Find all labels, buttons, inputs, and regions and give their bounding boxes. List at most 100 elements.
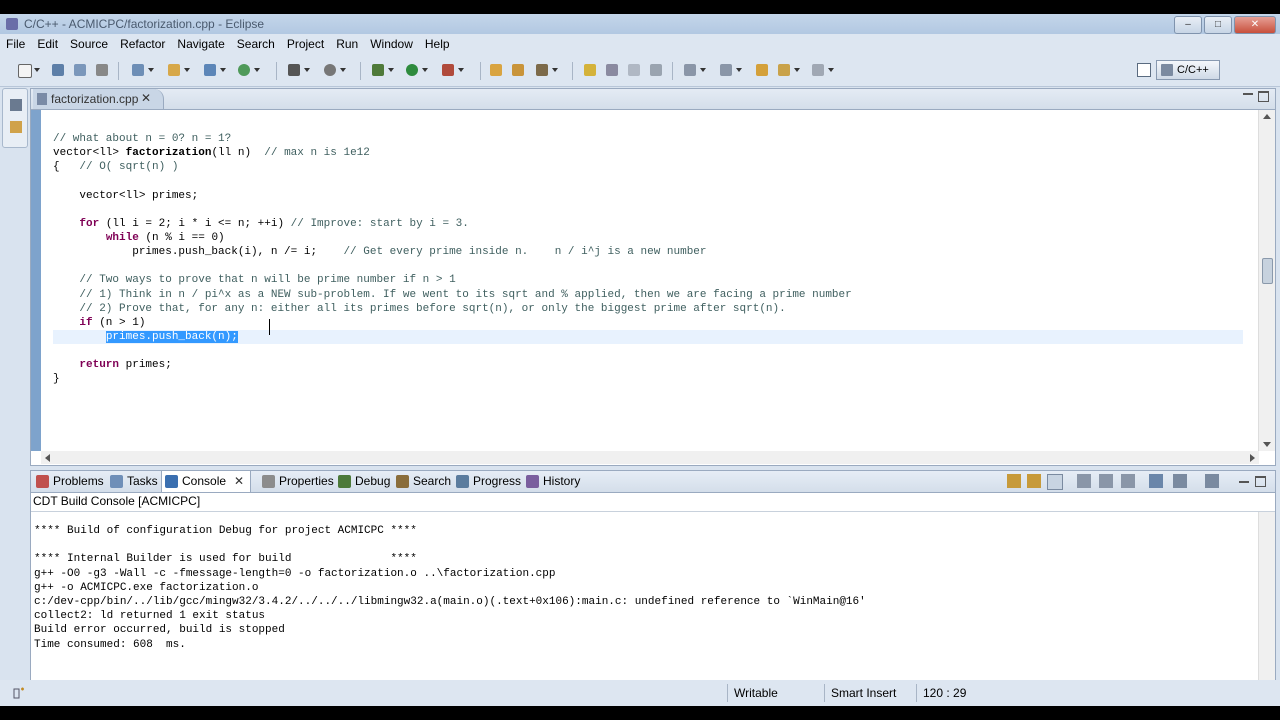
scroll-thumb[interactable] (1262, 258, 1273, 284)
search-toolbar-icon[interactable] (534, 62, 558, 78)
fast-view-icon[interactable] (12, 686, 26, 700)
code-line[interactable]: } (53, 372, 1243, 386)
pin-up-icon[interactable] (1027, 474, 1041, 488)
code-line[interactable]: primes.push_back(n); (53, 329, 1243, 345)
code-line[interactable] (53, 344, 1243, 358)
maximize-panel-icon[interactable] (1255, 476, 1266, 487)
menu-window[interactable]: Window (364, 34, 419, 54)
scroll-up-icon[interactable] (1263, 114, 1271, 119)
code-line[interactable]: while (n % i == 0) (53, 231, 1243, 245)
debug-run-icon[interactable] (370, 62, 394, 78)
editor-horizontal-scrollbar[interactable] (41, 451, 1259, 464)
last-edit-icon[interactable] (754, 62, 770, 78)
open-console-icon[interactable] (1149, 474, 1163, 488)
build-icon[interactable] (130, 62, 154, 78)
new-class-icon[interactable] (236, 62, 260, 78)
close-button[interactable]: ✕ (1234, 16, 1276, 34)
project-explorer-icon[interactable] (10, 121, 22, 133)
tab-history[interactable]: History (523, 471, 582, 492)
back-icon[interactable] (776, 62, 800, 78)
maximize-editor-icon[interactable] (1258, 91, 1269, 102)
menu-search[interactable]: Search (231, 34, 281, 54)
code-line[interactable]: // 2) Prove that, for any n: either all … (53, 302, 1243, 316)
menu-navigate[interactable]: Navigate (171, 34, 230, 54)
minimize-editor-icon[interactable] (1243, 93, 1253, 95)
tab-factorization-cpp[interactable]: factorization.cpp ✕ (33, 89, 164, 109)
word-wrap-icon[interactable] (1121, 474, 1135, 488)
next-annotation-icon[interactable] (682, 62, 706, 78)
code-line[interactable]: return primes; (53, 358, 1243, 372)
block-selection-icon[interactable] (626, 62, 642, 78)
tab-search[interactable]: Search (393, 471, 453, 492)
scroll-lock-icon[interactable] (1007, 474, 1021, 488)
tab-console[interactable]: Console ✕ (161, 471, 252, 492)
console-output[interactable]: **** Build of configuration Debug for pr… (34, 524, 866, 652)
show-whitespace-icon[interactable] (648, 62, 664, 78)
tab-properties[interactable]: Properties (259, 471, 336, 492)
console-vertical-scrollbar[interactable] (1258, 512, 1275, 682)
run-icon[interactable] (404, 62, 428, 78)
target-icon[interactable] (322, 62, 346, 78)
print-icon[interactable] (94, 62, 110, 78)
copy-icon[interactable] (1077, 474, 1091, 488)
hammer-icon[interactable] (286, 62, 310, 78)
menu-run[interactable]: Run (330, 34, 364, 54)
scroll-right-icon[interactable] (1250, 454, 1255, 462)
code-line[interactable]: if (n > 1) (53, 316, 1243, 330)
open-type-icon[interactable] (488, 62, 504, 78)
view-menu-icon[interactable] (1205, 474, 1219, 488)
code-line[interactable]: vector<ll> factorization(ll n) // max n … (53, 146, 1243, 160)
new-icon[interactable] (16, 62, 40, 78)
menu-refactor[interactable]: Refactor (114, 34, 171, 54)
maximize-button[interactable]: □ (1204, 16, 1232, 34)
tab-close-icon[interactable]: ✕ (141, 91, 151, 105)
restore-icon[interactable] (10, 99, 22, 111)
code-line[interactable]: { // O( sqrt(n) ) (53, 160, 1243, 174)
tab-progress[interactable]: Progress (453, 471, 523, 492)
title-bar[interactable]: C/C++ - ACMICPC/factorization.cpp - Ecli… (0, 14, 1280, 34)
code-line[interactable] (53, 174, 1243, 188)
tab-label: Tasks (127, 474, 158, 488)
code-line[interactable]: // Two ways to prove that n will be prim… (53, 273, 1243, 287)
code-comment: // 1) Think in n / pi^x as a NEW sub-pro… (79, 288, 852, 301)
open-element-icon[interactable] (510, 62, 526, 78)
new-source-icon[interactable] (202, 62, 226, 78)
tab-problems[interactable]: Problems (33, 471, 106, 492)
menu-source[interactable]: Source (64, 34, 114, 54)
show-console-icon[interactable] (1047, 474, 1063, 490)
code-line[interactable]: // 1) Think in n / pi^x as a NEW sub-pro… (53, 288, 1243, 302)
minimize-button[interactable]: – (1174, 16, 1202, 34)
console-close-icon[interactable]: ✕ (234, 474, 244, 488)
perspective-cpp-button[interactable]: C/C++ (1156, 60, 1220, 80)
code-line[interactable]: vector<ll> primes; (53, 189, 1243, 203)
scroll-left-icon[interactable] (45, 454, 50, 462)
code-line[interactable]: for (ll i = 2; i * i <= n; ++i) // Impro… (53, 217, 1243, 231)
tab-tasks[interactable]: Tasks (107, 471, 160, 492)
highlight-icon[interactable] (582, 62, 598, 78)
mark-occurrences-icon[interactable] (604, 62, 620, 78)
menu-edit[interactable]: Edit (31, 34, 64, 54)
forward-icon[interactable] (810, 62, 834, 78)
code-line[interactable]: // what about n = 0? n = 1? (53, 132, 1243, 146)
code-line[interactable]: primes.push_back(i), n /= i; // Get ever… (53, 245, 1243, 259)
tab-debug[interactable]: Debug (335, 471, 392, 492)
editor-vertical-scrollbar[interactable] (1258, 110, 1275, 451)
external-tools-icon[interactable] (440, 62, 464, 78)
minimize-panel-icon[interactable] (1239, 481, 1249, 483)
prev-annotation-icon[interactable] (718, 62, 742, 78)
menu-project[interactable]: Project (281, 34, 330, 54)
code-text[interactable]: // what about n = 0? n = 1? vector<ll> fa… (53, 132, 1243, 387)
code-editor[interactable]: factorization.cpp ✕ // what about n = 0?… (30, 88, 1276, 466)
code-line[interactable] (53, 203, 1243, 217)
scroll-down-icon[interactable] (1263, 442, 1271, 447)
new-cpp-project-icon[interactable] (166, 62, 190, 78)
clear-console-icon[interactable] (1099, 474, 1113, 488)
open-perspective-icon[interactable] (1137, 63, 1151, 77)
save-icon[interactable] (50, 62, 66, 78)
menu-help[interactable]: Help (419, 34, 456, 54)
display-console-icon[interactable] (1173, 474, 1187, 488)
code-line[interactable] (53, 259, 1243, 273)
menu-file[interactable]: File (0, 34, 31, 54)
save-all-icon[interactable] (72, 62, 88, 78)
